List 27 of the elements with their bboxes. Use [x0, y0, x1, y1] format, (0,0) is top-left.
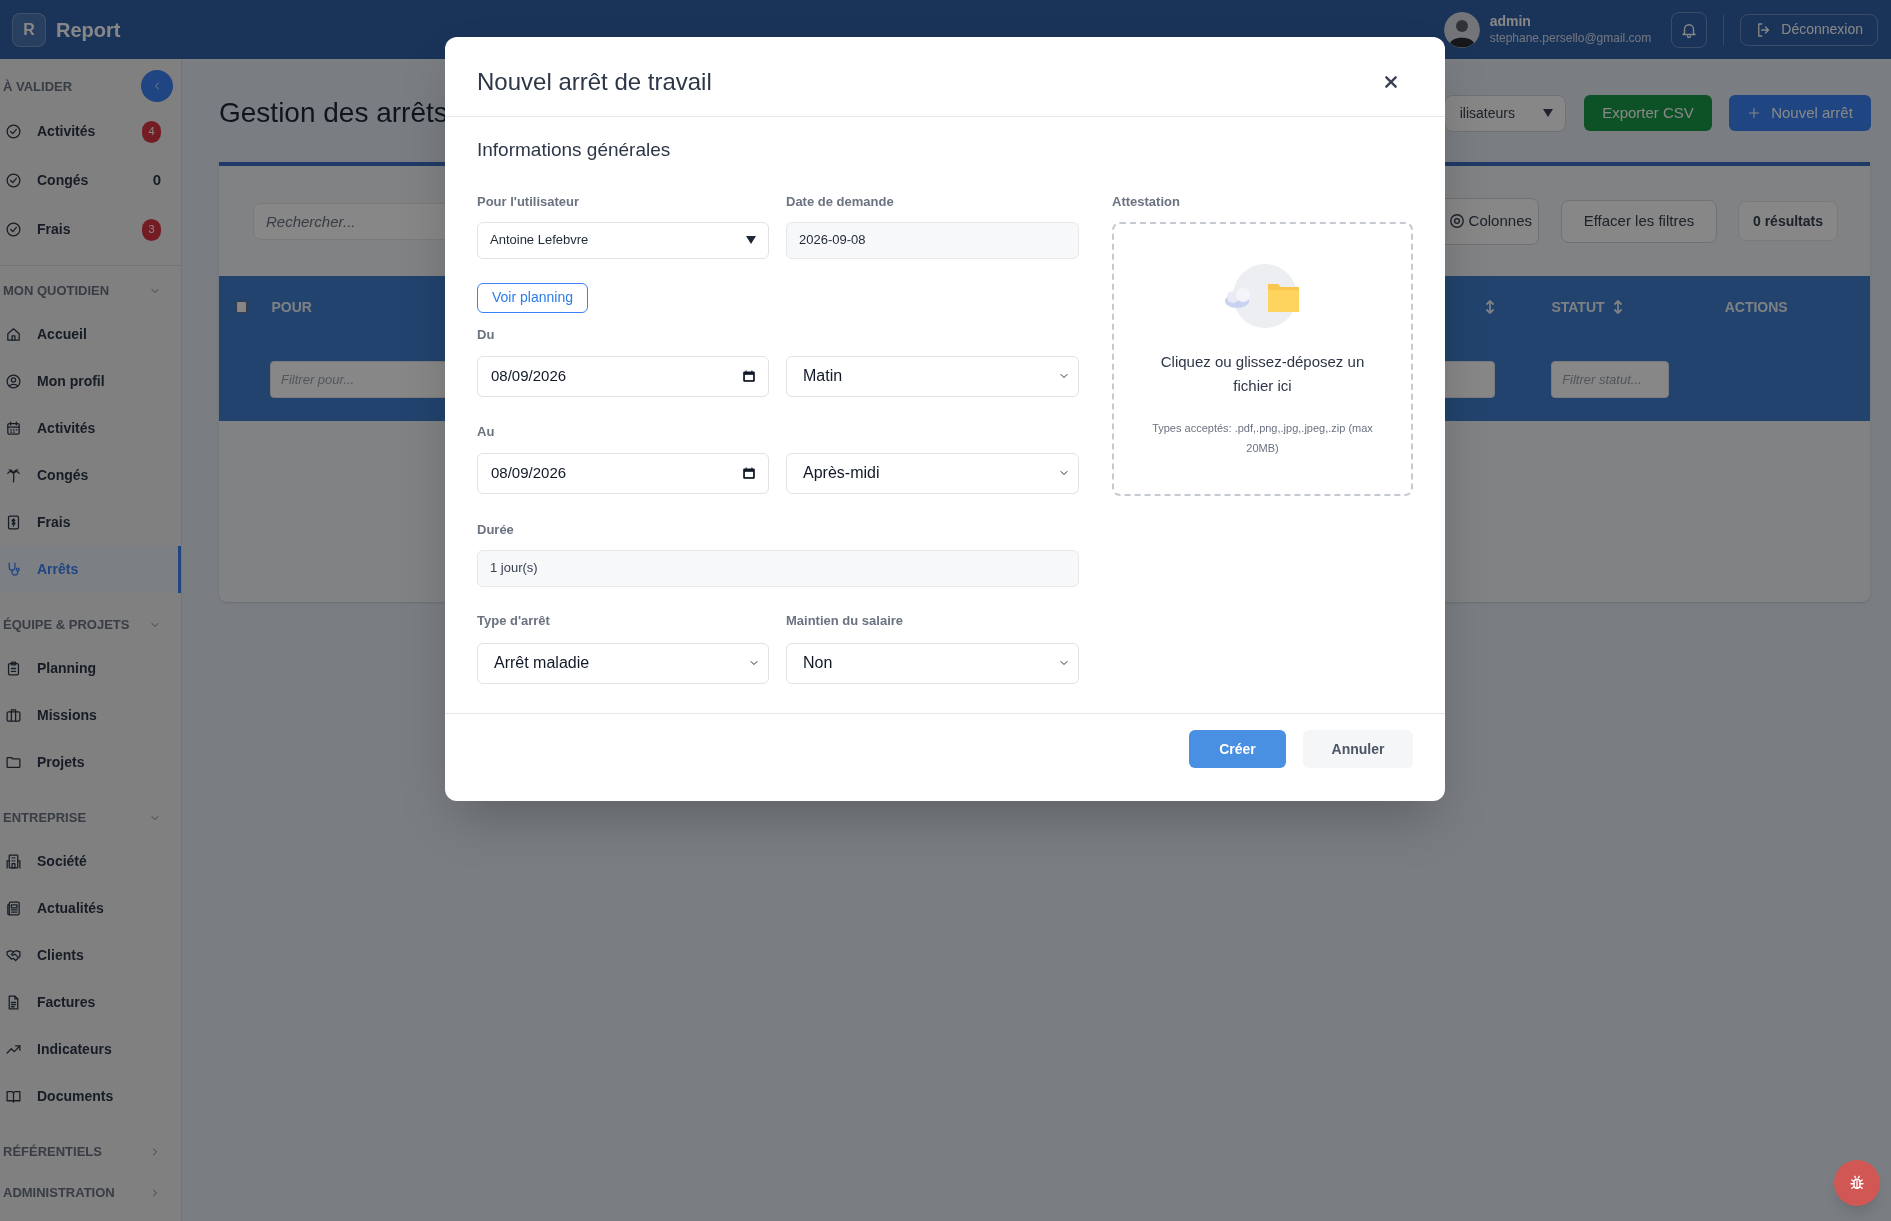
duration-field: 1 jour(s)	[477, 549, 1079, 587]
field-label: Date de demande	[786, 192, 895, 211]
section-heading: ÉQUIPE & PROJETS	[3, 615, 130, 634]
count-badge: 3	[142, 218, 161, 241]
field-label: Type d'arrêt	[477, 611, 551, 630]
section-heading: ENTREPRISE	[3, 808, 87, 827]
field-label: Attestation	[1112, 192, 1181, 211]
field-label: Au	[477, 422, 496, 441]
file-type-hint: Types acceptés: .pdf,.png,.jpg,.jpeg,.zip (max 20MB)	[1151, 420, 1374, 456]
field-label: Maintien du salaire	[786, 611, 905, 630]
section-heading: MON QUOTIDIEN	[3, 281, 110, 300]
results-count: 0 résultats	[1738, 201, 1838, 241]
field-label: Du	[477, 325, 496, 344]
request-date-field: 2026-09-08	[786, 221, 1079, 259]
count-label: 0	[152, 170, 161, 191]
drop-prompt: Cliquez ou glissez-déposez un fichier ici	[1159, 351, 1366, 396]
app-name: Report	[56, 17, 121, 43]
section-title: Informations générales	[477, 138, 672, 162]
page-title: Gestion des arrêts	[219, 96, 448, 130]
section-heading: ADMINISTRATION	[3, 1183, 115, 1202]
modal-title: Nouvel arrêt de travail	[477, 66, 713, 97]
section-heading: À VALIDER	[3, 77, 73, 96]
user-name: admin	[1489, 13, 1532, 31]
count-badge: 4	[142, 120, 161, 143]
section-heading: RÉFÉRENTIELS	[3, 1142, 102, 1161]
user-email: stephane.persello@gmail.com	[1489, 30, 1652, 46]
field-label: Durée	[477, 520, 515, 539]
